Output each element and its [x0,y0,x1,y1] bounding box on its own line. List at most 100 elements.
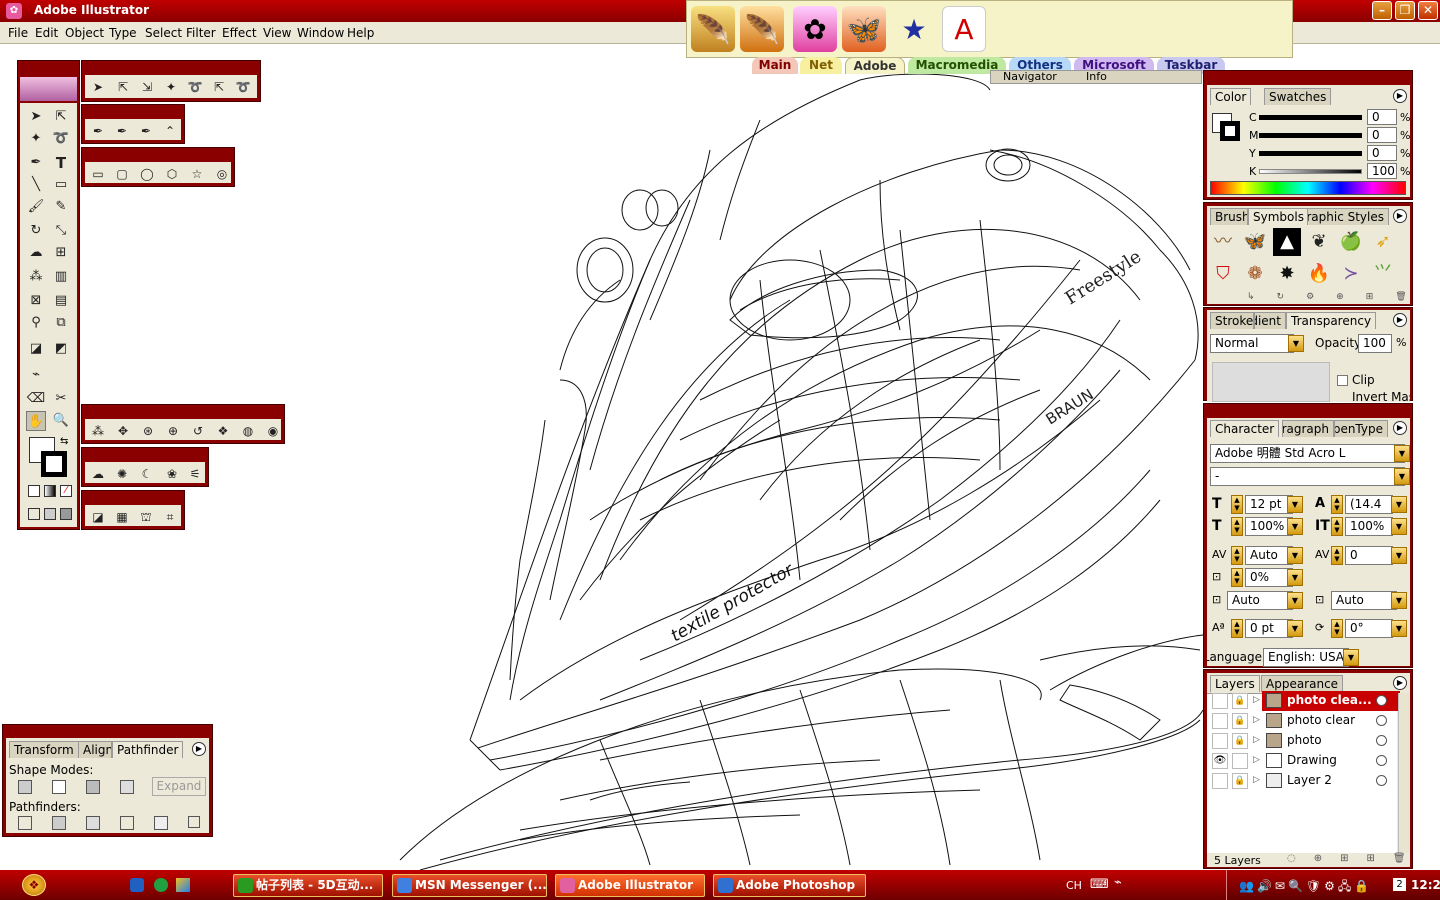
color-spectrum-bar[interactable] [1210,181,1406,195]
horizontal-scale-field[interactable]: 100% [1345,517,1393,536]
taskbar-button-illustrator[interactable]: Adobe Illustrator [555,874,705,897]
panel-menu-button[interactable]: ▶ [1393,89,1407,103]
font-size-field[interactable]: 12 pt [1245,495,1293,514]
line-tool-icon[interactable]: ╲ [26,175,46,195]
symbol-rope-icon[interactable]: 〰 [1209,228,1237,256]
symbol-coil-icon[interactable]: ❁ [1241,260,1269,288]
live-paint-selection-tool-icon[interactable]: ◩ [51,339,71,359]
lock-icon[interactable] [1232,753,1248,769]
intersect-shape-area-icon[interactable] [86,780,100,794]
clip-checkbox[interactable] [1337,375,1348,386]
panel-menu-button[interactable]: ▶ [1393,209,1407,223]
bloat-tool-icon[interactable]: ❀ [162,465,182,483]
rectangle-tool-icon[interactable]: ▭ [88,165,108,183]
pen-tool-icon[interactable]: ✒ [88,122,108,140]
lock-icon[interactable]: 🔒 [1232,733,1248,749]
chevron-down-icon[interactable]: ▼ [1391,518,1407,535]
layer-row[interactable]: 🔒 ▷ photo clea... [1210,691,1400,711]
symbol-screener-tool-icon[interactable]: ◍ [238,422,258,440]
symbol-butterfly-icon[interactable]: 🦋 [1241,228,1269,256]
panel-menu-button[interactable]: ▶ [1393,421,1407,435]
symbol-spinner-tool-icon[interactable]: ↺ [188,422,208,440]
symbol-styler-tool-icon[interactable]: ◉ [263,422,283,440]
symbol-triangle-icon[interactable]: ▲ [1273,228,1301,256]
lock-icon[interactable]: 🔒 [1232,773,1248,789]
character-rotation-field[interactable]: 0° [1345,619,1393,638]
panel-menu-button[interactable]: ▶ [1393,313,1407,327]
target-circle-icon[interactable] [1376,775,1387,786]
crop-icon[interactable] [120,816,134,830]
tab-align[interactable]: Align [78,741,112,758]
warp-tool-icon[interactable]: ☁ [26,243,46,263]
visibility-toggle[interactable] [1212,713,1228,729]
lasso-tool-icon[interactable]: ➰ [51,129,71,149]
channel-m-value[interactable]: 0 [1367,127,1397,143]
divide-icon[interactable] [18,816,32,830]
quicklaunch-ie-icon[interactable] [130,878,144,892]
tab-layers[interactable]: Layers [1210,675,1260,692]
symbol-grapes-icon[interactable]: ❦ [1305,228,1333,256]
font-size-stepper[interactable]: ▲ ▼ [1231,495,1243,514]
language-indicator[interactable]: CH [1066,879,1082,892]
channel-y-value[interactable]: 0 [1367,145,1397,161]
tab-character[interactable]: Character [1210,420,1280,437]
full-screen-mode-icon[interactable] [60,508,72,520]
outline-icon[interactable] [154,816,168,830]
crop-area-tool-icon[interactable]: ⌗ [160,508,180,526]
tab-brushes[interactable]: Brushes [1210,208,1248,225]
blend-tool-icon[interactable]: ⧉ [51,313,71,333]
blend-mode-select[interactable]: Normal [1210,334,1294,353]
chevron-down-icon[interactable]: ▼ [1287,620,1303,637]
gradient-mode-icon[interactable] [44,485,56,497]
visibility-toggle[interactable] [1212,773,1228,789]
pucker-tool-icon[interactable]: ☾ [137,465,157,483]
selection-tool-icon[interactable]: ➤ [88,78,108,96]
ellipse-tool-icon[interactable]: ◯ [137,165,157,183]
tab-stroke[interactable]: Stroke [1210,312,1254,329]
direct-select-plus-tool-icon[interactable]: ⇱ [209,78,229,96]
lock-icon[interactable]: 🔒 [1232,693,1248,709]
symbol-fish2-icon[interactable]: ≻ [1337,260,1365,288]
tab-transform[interactable]: Transform [9,741,79,758]
symbol-gear-icon[interactable]: ✸ [1273,260,1301,288]
tray-icons[interactable]: 👥🔊✉🔍🛡⚙🖧🔒 [1239,877,1372,898]
full-screen-menu-mode-icon[interactable] [44,508,56,520]
close-button[interactable]: ✕ [1418,1,1438,20]
flower-icon[interactable]: ✿ [793,6,837,52]
lock-icon[interactable]: 🔒 [1232,713,1248,729]
tab-color[interactable]: Color [1210,88,1252,105]
font-family-select[interactable]: Adobe 明體 Std Acro L [1210,444,1405,463]
vertical-scale-stepper[interactable]: ▲ ▼ [1231,517,1243,536]
stroke-swatch[interactable] [41,451,67,477]
font-style-select[interactable]: - [1210,467,1405,486]
paintbrush-tool-icon[interactable]: 🖌 [26,197,46,217]
eye-icon[interactable]: 👁 [1212,753,1228,769]
symbol-stainer-tool-icon[interactable]: ❖ [213,422,233,440]
expand-triangle-icon[interactable]: ▷ [1253,735,1260,745]
symbol-grass-icon[interactable]: ⺍ [1369,260,1397,288]
add-anchor-point-tool-icon[interactable]: ✒ [112,122,132,140]
tab-graphic-styles[interactable]: Graphic Styles [1307,208,1389,225]
mesh-tool-icon[interactable]: ⊠ [26,291,46,311]
keyboard-icon[interactable]: ⌨ [1090,877,1109,892]
menu-type[interactable]: Type [109,26,137,40]
warp-tool-icon[interactable]: ☁ [88,465,108,483]
eraser-tool-icon[interactable]: ⌫ [26,389,46,409]
pencil-tool-icon[interactable]: ✎ [51,197,71,217]
leading-stepper[interactable]: ▲ ▼ [1331,495,1343,514]
chevron-down-icon[interactable]: ▼ [1287,518,1303,535]
channel-m-slider[interactable] [1259,133,1362,138]
paint-bucket-tool-icon[interactable]: ⛫ [136,508,156,526]
zoom-tool-icon[interactable]: 🔍 [51,411,71,431]
quicklaunch-desktop-icon[interactable] [176,878,190,892]
layers-footer-buttons[interactable]: ◌⊕⊞⊞🗑 [1287,853,1424,864]
subtract-shape-area-icon[interactable] [52,780,66,794]
language-select[interactable]: English: USA [1263,648,1349,667]
target-circle-icon[interactable] [1376,695,1387,706]
target-circle-icon[interactable] [1376,755,1387,766]
baseline-shift-field[interactable]: 0 pt [1245,619,1293,638]
launcher-tab-adobe[interactable]: Adobe [845,57,905,74]
tab-opentype[interactable]: OpenType [1334,420,1388,437]
slice-tool-icon[interactable]: ⌁ [26,365,46,385]
chevron-down-icon[interactable]: ▼ [1391,620,1407,637]
